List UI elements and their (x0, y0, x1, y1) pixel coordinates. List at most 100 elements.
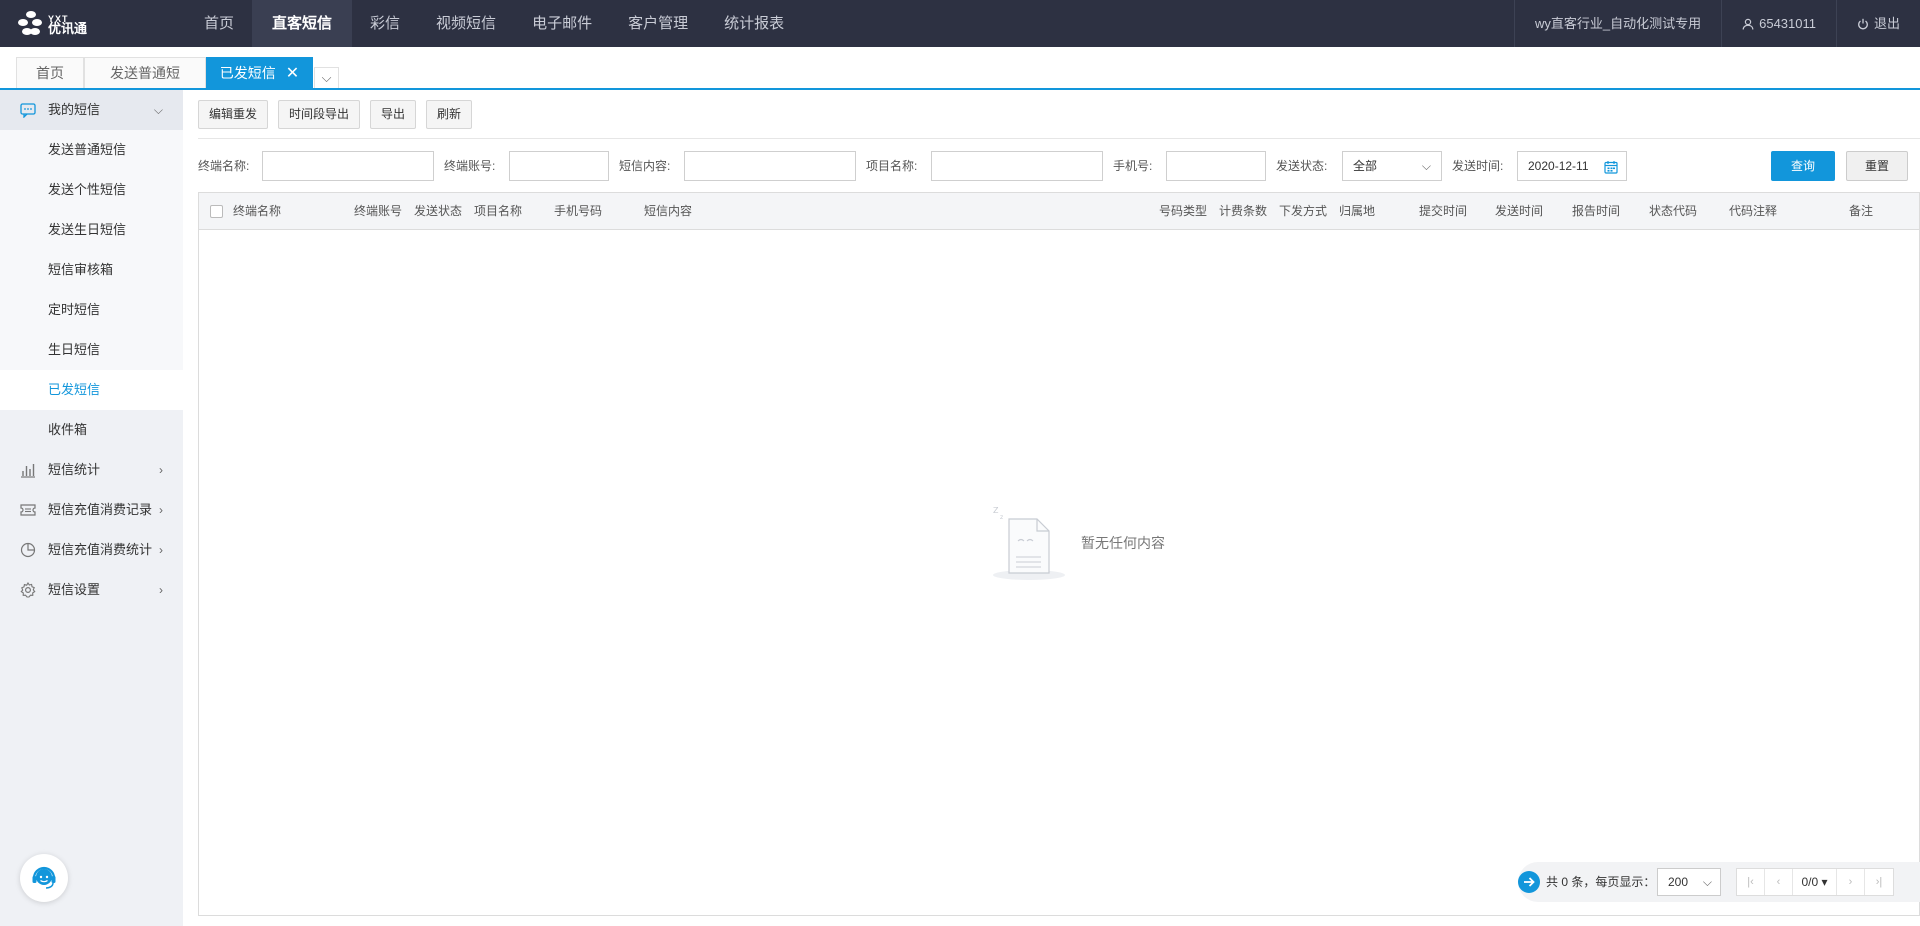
send-time-value: 2020-12-11 (1528, 159, 1589, 173)
send-time-input[interactable]: 2020-12-11 (1517, 151, 1627, 181)
sidebar-item-sent[interactable]: 已发短信 (0, 370, 183, 410)
phone-input[interactable] (1166, 151, 1266, 181)
col-remark[interactable]: 备注 (1849, 193, 1873, 229)
sidebar-item-send-personal[interactable]: 发送个性短信 (0, 170, 183, 210)
export-button[interactable]: 导出 (370, 100, 417, 129)
submenu-my-sms: 发送普通短信 发送个性短信 发送生日短信 短信审核箱 定时短信 生日短信 已发短… (0, 130, 183, 450)
nav-email[interactable]: 电子邮件 (514, 0, 610, 47)
menu-sms-stats-label: 短信统计 (48, 462, 101, 477)
terminal-account-input[interactable] (509, 151, 609, 181)
menu-recharge-records-label: 短信充值消费记录 (48, 502, 153, 517)
terminal-account-label: 终端账号: (444, 159, 496, 173)
menu-sms-settings[interactable]: 短信设置 › (0, 570, 183, 610)
menu-sms-stats[interactable]: 短信统计 › (0, 450, 183, 490)
page-size-value: 200 (1668, 875, 1689, 889)
menu-my-sms[interactable]: 我的短信 ⌵ (0, 90, 183, 130)
svg-text:Z: Z (993, 506, 999, 515)
edit-resend-button[interactable]: 编辑重发 (198, 100, 269, 129)
menu-sms-settings-label: 短信设置 (48, 582, 101, 597)
col-send-status[interactable]: 发送状态 (414, 193, 462, 229)
col-terminal-name[interactable]: 终端名称 (233, 193, 281, 229)
tab-more-button[interactable]: ⌵ (314, 67, 339, 88)
send-status-value: 全部 (1353, 159, 1378, 173)
ticket-icon (20, 504, 36, 516)
refresh-button[interactable]: 刷新 (426, 100, 473, 129)
col-report-time[interactable]: 报告时间 (1572, 193, 1620, 229)
tab-home[interactable]: 首页 (16, 57, 84, 88)
empty-document-icon: Z z (993, 506, 1065, 580)
sidebar-item-inbox[interactable]: 收件箱 (0, 410, 183, 450)
tab-sent-sms[interactable]: 已发短信 ✕ (206, 57, 313, 88)
nav-mms[interactable]: 彩信 (352, 0, 418, 47)
headset-icon (32, 866, 56, 889)
nav-video-sms[interactable]: 视频短信 (418, 0, 514, 47)
company-name[interactable]: wy直客行业_自动化测试专用 (1513, 0, 1721, 47)
col-send-time[interactable]: 发送时间 (1495, 193, 1543, 229)
sidebar-item-review-box[interactable]: 短信审核箱 (0, 250, 183, 290)
col-phone[interactable]: 手机号码 (554, 193, 602, 229)
next-page-button[interactable]: › (1837, 869, 1865, 895)
nav-direct-sms[interactable]: 直客短信 (252, 0, 353, 47)
reset-button[interactable]: 重置 (1846, 151, 1908, 181)
page-indicator-value: 0/0 (1801, 875, 1819, 889)
col-delivery-method[interactable]: 下发方式 (1279, 193, 1327, 229)
col-code-note[interactable]: 代码注释 (1729, 193, 1777, 229)
sms-content-label: 短信内容: (619, 159, 671, 173)
sidebar-item-send-birthday[interactable]: 发送生日短信 (0, 210, 183, 250)
chevron-down-icon: ⌵ (1421, 159, 1431, 173)
sidebar-item-send-normal[interactable]: 发送普通短信 (0, 130, 183, 170)
send-status-label: 发送状态: (1276, 159, 1328, 173)
top-navbar: YXT 优讯通 首页 直客短信 彩信 视频短信 电子邮件 客户管理 统计报表 w… (0, 0, 1920, 47)
customer-service-button[interactable] (20, 854, 68, 902)
arrow-right-icon[interactable] (1518, 871, 1540, 893)
col-billing-count[interactable]: 计费条数 (1219, 193, 1267, 229)
col-number-type[interactable]: 号码类型 (1159, 193, 1207, 229)
prev-page-button[interactable]: ‹ (1765, 869, 1793, 895)
sidebar-item-birthday[interactable]: 生日短信 (0, 330, 183, 370)
col-content[interactable]: 短信内容 (644, 193, 692, 229)
export-range-button[interactable]: 时间段导出 (278, 100, 361, 129)
terminal-name-input[interactable] (262, 151, 434, 181)
col-status-code[interactable]: 状态代码 (1649, 193, 1697, 229)
sidebar-item-scheduled[interactable]: 定时短信 (0, 290, 183, 330)
first-page-button[interactable]: |‹ (1737, 869, 1765, 895)
project-name-input[interactable] (931, 151, 1103, 181)
col-terminal-account[interactable]: 终端账号 (354, 193, 402, 229)
col-region[interactable]: 归属地 (1339, 193, 1375, 229)
col-project-name[interactable]: 项目名称 (474, 193, 522, 229)
user-account[interactable]: 65431011 (1721, 0, 1836, 47)
send-time-label: 发送时间: (1452, 159, 1504, 173)
logo-flower-icon (18, 11, 44, 37)
last-page-button[interactable]: ›| (1865, 869, 1893, 895)
page-indicator[interactable]: 0/0 ▾ (1793, 869, 1837, 895)
toolbar: 编辑重发 时间段导出 导出 刷新 (198, 100, 473, 129)
table-header: 终端名称 终端账号 发送状态 项目名称 手机号码 短信内容 号码类型 计费条数 … (199, 193, 1919, 230)
phone-label: 手机号: (1113, 159, 1153, 173)
logo[interactable]: YXT 优讯通 (18, 9, 92, 39)
chevron-right-icon: › (159, 463, 163, 477)
select-all-checkbox[interactable] (210, 205, 223, 218)
page-size-select[interactable]: 200 ⌵ (1657, 868, 1721, 896)
tab-send-normal[interactable]: 发送普通短 (84, 57, 206, 88)
send-status-select[interactable]: 全部 ⌵ (1342, 151, 1442, 181)
menu-recharge-stats[interactable]: 短信充值消费统计 › (0, 530, 183, 570)
query-button[interactable]: 查询 (1771, 151, 1835, 181)
menu-recharge-records[interactable]: 短信充值消费记录 › (0, 490, 183, 530)
nav-home[interactable]: 首页 (186, 0, 252, 47)
sms-content-input[interactable] (684, 151, 856, 181)
nav-customer-mgmt[interactable]: 客户管理 (610, 0, 706, 47)
power-icon (1858, 18, 1868, 29)
divider (198, 138, 1920, 139)
main-nav: 首页 直客短信 彩信 视频短信 电子邮件 客户管理 统计报表 (186, 0, 802, 47)
logout-button[interactable]: 退出 (1835, 0, 1920, 47)
menu-recharge-stats-label: 短信充值消费统计 (48, 542, 153, 557)
nav-reports[interactable]: 统计报表 (706, 0, 802, 47)
chevron-right-icon: › (159, 503, 163, 517)
close-icon[interactable]: ✕ (286, 65, 299, 82)
svg-text:z: z (1000, 514, 1003, 521)
pager-summary: 共 0 条，每页显示： (1546, 875, 1656, 889)
logout-label: 退出 (1873, 16, 1900, 31)
main-content: 编辑重发 时间段导出 导出 刷新 终端名称: 终端账号: 短信内容: 项目名称:… (183, 90, 1920, 926)
col-submit-time[interactable]: 提交时间 (1419, 193, 1467, 229)
logo-text-cn: 优讯通 (48, 21, 88, 36)
